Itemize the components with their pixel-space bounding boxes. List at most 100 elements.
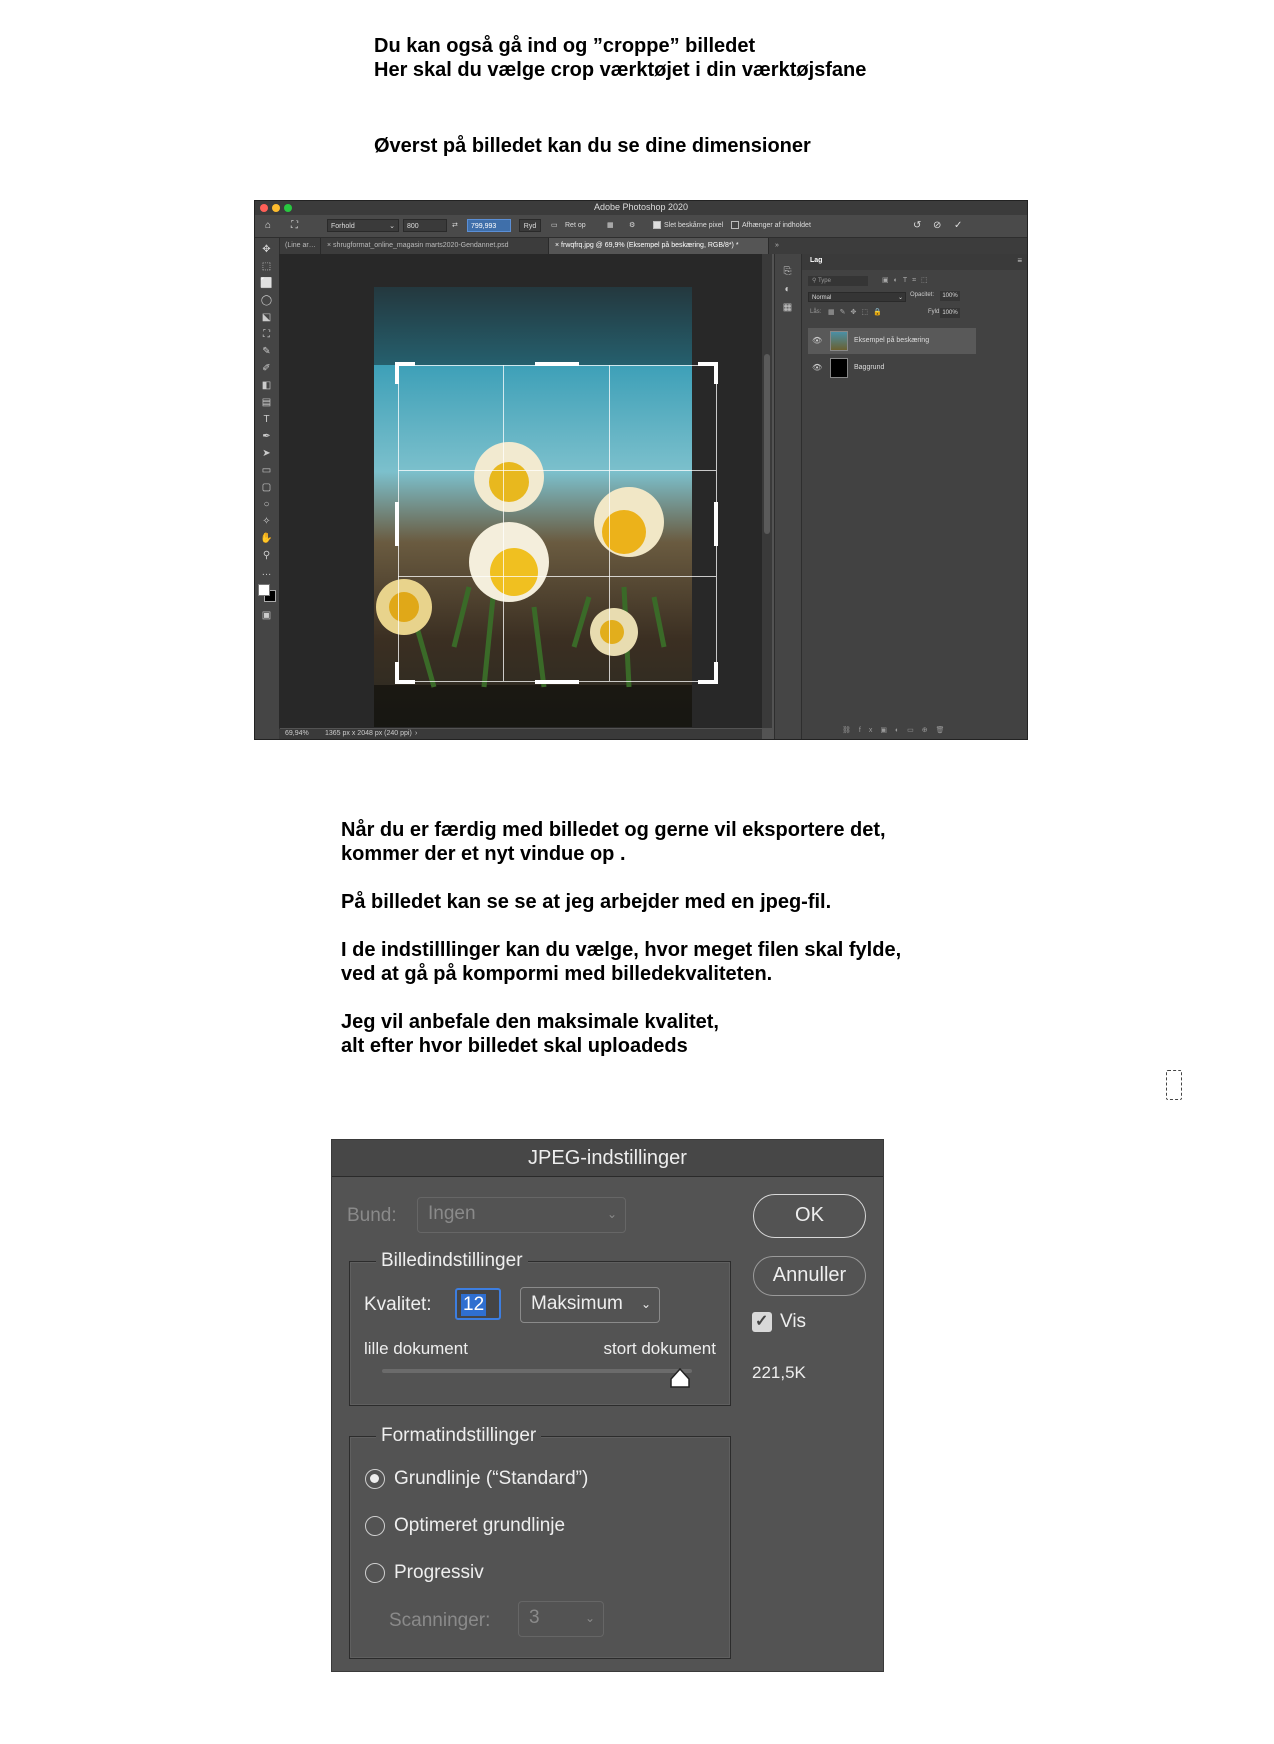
clear-button[interactable]: Ryd	[519, 219, 541, 232]
quality-preset-select[interactable]: Maksimum ⌄	[520, 1287, 660, 1323]
crop-handle-left-middle[interactable]	[395, 502, 399, 546]
radio-progressive[interactable]	[365, 1563, 385, 1583]
crop-handle-bottom-right[interactable]	[714, 662, 718, 684]
format-options-group: Formatindstillinger Grundlinje (“Standar…	[349, 1424, 731, 1659]
crop-handle-top-middle[interactable]	[535, 362, 579, 366]
tab-magazine-psd[interactable]: × shrugformat_online_magasin marts2020-G…	[321, 238, 549, 254]
layer-row-background[interactable]: 👁 Baggrund	[808, 355, 976, 381]
table-panel-icon[interactable]: ▦	[781, 302, 794, 314]
dimensions-note: Øverst på billedet kan du se dine dimens…	[374, 135, 811, 157]
layer-thumbnail	[830, 331, 848, 351]
brush-tool-icon[interactable]: ✐	[260, 363, 273, 375]
delete-cropped-checkbox[interactable]: Slet beskårne pixel	[653, 219, 723, 232]
scrollbar-thumb[interactable]	[764, 354, 770, 534]
quality-input[interactable]: 12	[455, 1288, 501, 1320]
custom-shape-tool-icon[interactable]: ✧	[260, 516, 273, 528]
crop-tool-icon-active[interactable]: ⛶	[260, 329, 273, 341]
fill-input[interactable]: 100%	[940, 308, 960, 318]
eraser-tool-icon[interactable]: ◧	[260, 380, 273, 392]
chevron-down-icon: ⌄	[640, 1297, 651, 1311]
baseline-optimized-label[interactable]: Optimeret grundlinje	[394, 1515, 565, 1537]
ok-button[interactable]: OK	[753, 1194, 866, 1238]
overlay-grid-icon[interactable]: ▦	[607, 219, 614, 232]
color-swatches-icon[interactable]	[258, 584, 276, 602]
baseline-standard-label[interactable]: Grundlinje (“Standard”)	[394, 1468, 588, 1490]
gradient-tool-icon[interactable]: ▤	[260, 397, 273, 409]
crop-width-input[interactable]: 800	[403, 219, 447, 232]
pen-tool-icon[interactable]: ✒	[260, 431, 273, 443]
matte-select[interactable]: Ingen ⌄	[417, 1197, 626, 1233]
ratio-select[interactable]: Forhold ⌄	[327, 219, 399, 232]
blend-mode-select[interactable]: Normal ⌄	[808, 292, 906, 302]
opacity-input[interactable]: 100%	[940, 291, 960, 301]
recommend-line-2: alt efter hvor billedet skal uploadeds	[341, 1035, 688, 1057]
hand-tool-icon[interactable]: ✋	[260, 533, 273, 545]
artboard-tool-icon[interactable]: ⬚	[260, 261, 273, 273]
jpeg-options-dialog: JPEG-indstillinger Bund: Ingen ⌄ OK Annul…	[331, 1139, 884, 1672]
eyedropper-tool-icon[interactable]: ✎	[260, 346, 273, 358]
type-tool-icon[interactable]: T	[260, 414, 273, 426]
tab-line-art[interactable]: (Line ar…	[279, 238, 321, 254]
layers-panel-title[interactable]: Lag	[810, 257, 822, 264]
status-bar: 69,94% 1365 px x 2048 px (240 ppi) ›	[279, 729, 762, 739]
more-tools-icon[interactable]: …	[260, 567, 273, 579]
cancel-crop-icon[interactable]: ⊘	[933, 219, 941, 232]
tab-active-jpg[interactable]: × frwqfrq.jpg @ 69,9% (Eksempel på beskæ…	[549, 238, 769, 254]
lasso-tool-icon[interactable]: ◯	[260, 295, 273, 307]
crop-handle-bottom-middle[interactable]	[535, 680, 579, 684]
radio-baseline-standard[interactable]	[365, 1469, 385, 1489]
reset-icon[interactable]: ↺	[913, 219, 921, 232]
scans-select[interactable]: 3 ⌄	[518, 1601, 604, 1637]
path-select-tool-icon[interactable]: ➤	[260, 448, 273, 460]
crop-tool-icon[interactable]: ⛶	[291, 219, 298, 232]
visibility-eye-icon[interactable]: 👁	[812, 328, 822, 354]
chevron-down-icon: ⌄	[584, 1611, 595, 1625]
straighten-button[interactable]: Ret op	[565, 219, 586, 232]
move-tool-icon[interactable]: ✥	[260, 244, 273, 256]
commit-crop-icon[interactable]: ✓	[954, 219, 962, 232]
radio-baseline-optimized[interactable]	[365, 1516, 385, 1536]
crop-handle-top-left[interactable]	[395, 362, 399, 384]
straighten-icon[interactable]: ▭	[551, 219, 558, 232]
crop-height-input[interactable]: 799,993	[467, 219, 511, 232]
lock-icons[interactable]: ▦✎✥⬚🔒	[828, 308, 887, 316]
visibility-eye-icon[interactable]: 👁	[812, 355, 822, 381]
matte-label: Bund:	[347, 1205, 397, 1226]
panel-menu-icon[interactable]: ≡	[1017, 256, 1022, 265]
content-aware-checkbox[interactable]: Afhænger af indholdet	[731, 219, 811, 232]
quick-select-tool-icon[interactable]: ⬕	[260, 312, 273, 324]
crop-handle-right-middle[interactable]	[714, 502, 718, 546]
rectangle-tool-icon[interactable]: ▭	[260, 465, 273, 477]
quality-slider-track[interactable]	[382, 1369, 692, 1373]
canvas-vertical-scrollbar[interactable]	[762, 254, 772, 728]
export-text-block: Når du er færdig med billedet og gerne v…	[341, 818, 901, 1058]
crop-handle-bottom-left[interactable]	[395, 662, 399, 684]
layers-panel: Lag ≡ ⚲ Type ▣◐T⌗⬚ Normal ⌄ Opacitet: 100…	[801, 254, 1027, 739]
marquee-tool-icon[interactable]: ⬜	[260, 278, 273, 290]
intro-line-2: Her skal du vælge crop værktøjet i din v…	[374, 59, 867, 81]
adjustments-panel-icon[interactable]: ◐	[781, 284, 794, 296]
crop-handle-top-right[interactable]	[714, 362, 718, 384]
layer-name: Baggrund	[854, 364, 885, 371]
preview-checkbox[interactable]: ✓	[752, 1312, 772, 1332]
cancel-button[interactable]: Annuller	[753, 1256, 866, 1296]
layer-filter-icons[interactable]: ▣◐T⌗⬚	[882, 276, 933, 285]
progressive-label[interactable]: Progressiv	[394, 1562, 484, 1584]
history-panel-icon[interactable]: ⎘	[781, 266, 794, 278]
layer-row-crop-example[interactable]: 👁 Eksempel på beskæring	[808, 328, 976, 354]
settings-line-1: I de indstilllinger kan du vælge, hvor m…	[341, 939, 902, 961]
ellipse-tool-icon[interactable]: ○	[260, 499, 273, 511]
status-chevron-icon[interactable]: ›	[415, 729, 417, 739]
image-options-group: Billedindstillinger Kvalitet: 12 Maksimu…	[349, 1249, 731, 1406]
layer-filter-input[interactable]: ⚲ Type	[808, 276, 868, 286]
zoom-level[interactable]: 69,94%	[285, 729, 309, 739]
more-tabs-icon[interactable]: »	[769, 238, 783, 254]
swap-dimensions-icon[interactable]: ⇄	[452, 219, 458, 232]
home-icon[interactable]: ⌂	[265, 219, 271, 232]
rounded-rect-tool-icon[interactable]: ▢	[260, 482, 273, 494]
screen-mode-icon[interactable]: ▣	[260, 610, 273, 622]
layer-actions-icons[interactable]: ⛓fx▣◐▭⊕🗑	[842, 726, 953, 734]
zoom-tool-icon[interactable]: ⚲	[260, 550, 273, 562]
layer-name: Eksempel på beskæring	[854, 337, 930, 344]
settings-gear-icon[interactable]: ⚙	[629, 219, 635, 232]
